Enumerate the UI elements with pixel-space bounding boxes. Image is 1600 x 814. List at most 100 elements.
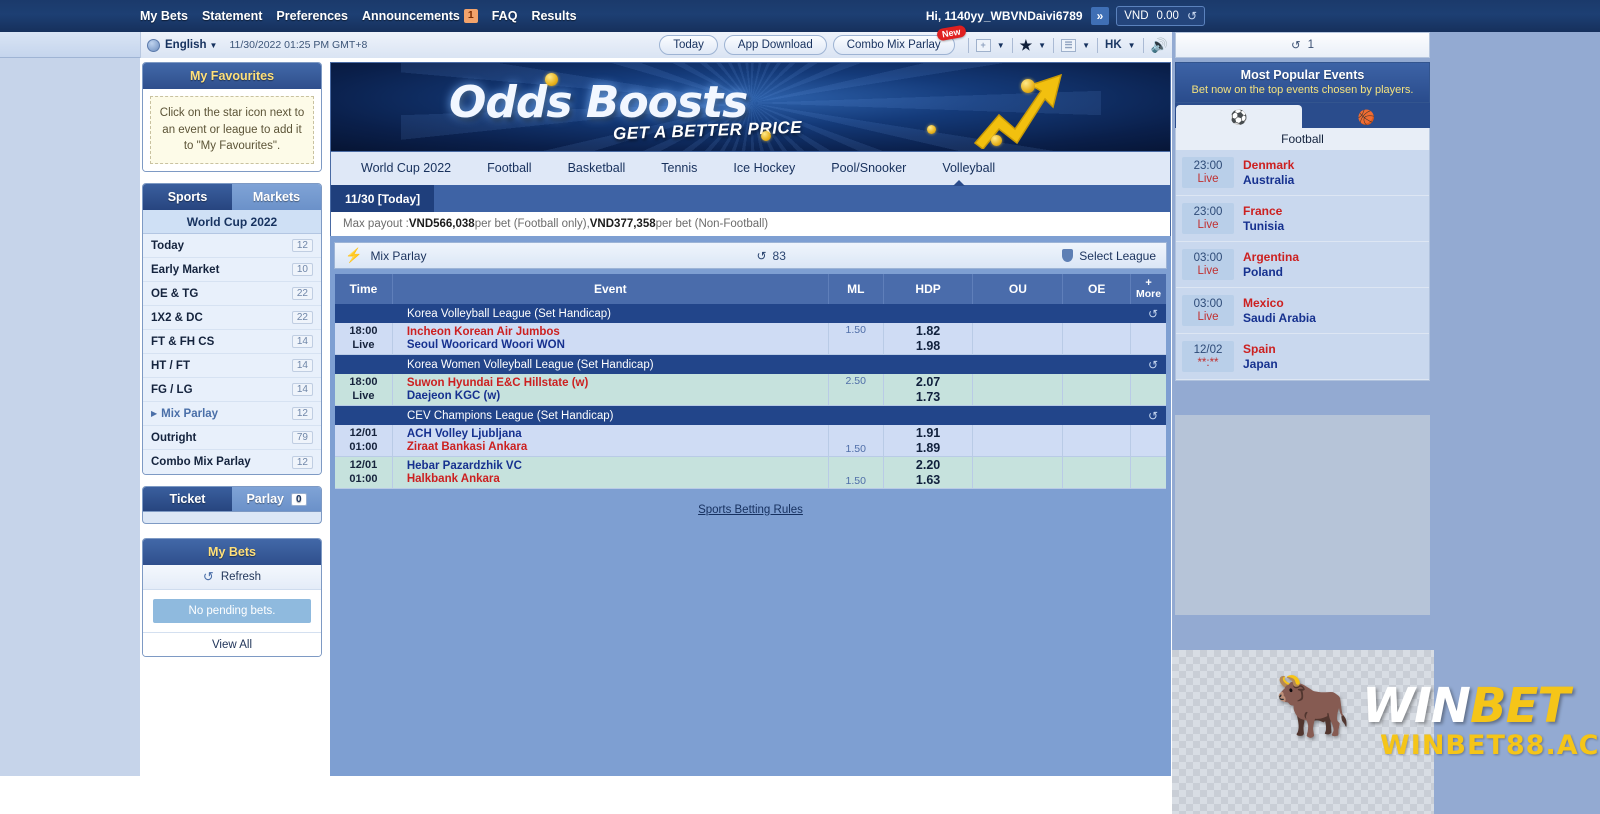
- home-team[interactable]: Hebar Pazardzhik VC: [407, 460, 828, 472]
- nav-faq[interactable]: FAQ: [492, 9, 518, 23]
- table-row[interactable]: 12/01 01:00 Hebar Pazardzhik VC Halkbank…: [335, 457, 1166, 489]
- oe-cell[interactable]: [1063, 425, 1132, 456]
- ml-cell[interactable]: 1.50: [829, 323, 884, 354]
- hdp-odds-home[interactable]: 2.07: [916, 375, 940, 389]
- tab-basketball[interactable]: Basketball: [550, 152, 644, 185]
- sidebar-item-combo-mix-parlay[interactable]: Combo Mix Parlay 12: [143, 450, 321, 474]
- sidebar-item-oe-tg[interactable]: OE & TG 22: [143, 282, 321, 307]
- hdp-odds-home[interactable]: 2.20: [916, 458, 940, 472]
- league-refresh-icon[interactable]: ↺: [1148, 358, 1158, 372]
- away-team[interactable]: Seoul Wooricard Woori WON: [407, 339, 828, 351]
- nav-statement[interactable]: Statement: [202, 9, 262, 23]
- ou-cell[interactable]: [973, 457, 1064, 488]
- tab-sports[interactable]: Sports: [143, 184, 232, 211]
- hdp-odds-away[interactable]: 1.63: [916, 473, 940, 487]
- tab-pool-snooker[interactable]: Pool/Snooker: [813, 152, 924, 185]
- oe-cell[interactable]: [1063, 374, 1132, 405]
- view-mode-button[interactable]: ☰ ▼: [1061, 38, 1090, 52]
- hdp-cell[interactable]: 1.82 1.98: [884, 323, 974, 354]
- hdp-odds-home[interactable]: 1.91: [916, 426, 940, 440]
- nav-preferences[interactable]: Preferences: [276, 9, 348, 23]
- tab-markets[interactable]: Markets: [232, 184, 321, 211]
- today-button[interactable]: Today: [659, 35, 718, 55]
- app-download-button[interactable]: App Download: [723, 35, 827, 55]
- mix-parlay-label-group[interactable]: ⚡ Mix Parlay: [345, 247, 426, 264]
- popular-tab-football[interactable]: ⚽: [1176, 105, 1302, 128]
- sidebar-item-mix-parlay[interactable]: ▶ Mix Parlay 12: [143, 402, 321, 427]
- sidebar-item-fg-lg[interactable]: FG / LG 14: [143, 378, 321, 403]
- my-favourites-panel: My Favourites Click on the star icon nex…: [142, 62, 322, 173]
- list-item[interactable]: 03:00 Live Mexico Saudi Arabia: [1176, 288, 1429, 334]
- tab-parlay[interactable]: Parlay 0: [232, 487, 321, 512]
- tab-volleyball[interactable]: Volleyball: [924, 152, 1013, 185]
- hdp-odds-home[interactable]: 1.82: [916, 324, 940, 338]
- nav-announcements[interactable]: Announcements 1: [362, 9, 478, 23]
- my-bets-refresh-button[interactable]: ↺ Refresh: [143, 565, 321, 591]
- nav-results[interactable]: Results: [531, 9, 576, 23]
- sidebar-item-1x2-dc[interactable]: 1X2 & DC 22: [143, 306, 321, 331]
- hdp-cell[interactable]: 1.91 1.89: [884, 425, 974, 456]
- column-header-more[interactable]: + More: [1131, 274, 1166, 304]
- ml-cell[interactable]: 2.50: [829, 374, 884, 405]
- tab-ice-hockey[interactable]: Ice Hockey: [715, 152, 813, 185]
- ml-cell[interactable]: 1.50: [829, 425, 884, 456]
- selected-date-tag[interactable]: 11/30 [Today]: [331, 185, 435, 212]
- table-row[interactable]: 18:00 Live Suwon Hyundai E&C Hillstate (…: [335, 374, 1166, 406]
- sidebar-item-early-market[interactable]: Early Market 10: [143, 258, 321, 283]
- hdp-cell[interactable]: 2.07 1.73: [884, 374, 974, 405]
- language-selector[interactable]: English: [165, 39, 207, 51]
- sidebar-item-ft-fh-cs[interactable]: FT & FH CS 14: [143, 330, 321, 355]
- ou-cell[interactable]: [973, 425, 1064, 456]
- sports-betting-rules-link[interactable]: Sports Betting Rules: [698, 504, 803, 516]
- hdp-cell[interactable]: 2.20 1.63: [884, 457, 974, 488]
- grid-layout-button[interactable]: + ▼: [975, 38, 1005, 52]
- list-item[interactable]: 12/02 **:** Spain Japan: [1176, 334, 1429, 380]
- view-all-bets-button[interactable]: View All: [143, 632, 321, 657]
- ou-cell[interactable]: [973, 323, 1064, 354]
- more-cell[interactable]: [1131, 425, 1166, 456]
- ml-cell[interactable]: 1.50: [829, 457, 884, 488]
- list-item[interactable]: 03:00 Live Argentina Poland: [1176, 242, 1429, 288]
- away-team[interactable]: Daejeon KGC (w): [407, 390, 828, 402]
- oe-cell[interactable]: [1063, 457, 1132, 488]
- tab-football[interactable]: Football: [469, 152, 549, 185]
- nav-my-bets[interactable]: My Bets: [140, 9, 188, 23]
- table-row[interactable]: 12/01 01:00 ACH Volley Ljubljana Ziraat …: [335, 425, 1166, 457]
- hdp-odds-away[interactable]: 1.73: [916, 390, 940, 404]
- more-cell[interactable]: [1131, 374, 1166, 405]
- hdp-odds-away[interactable]: 1.98: [916, 339, 940, 353]
- home-team[interactable]: Suwon Hyundai E&C Hillstate (w): [407, 377, 828, 389]
- ou-cell[interactable]: [973, 374, 1064, 405]
- sound-icon[interactable]: 🔊: [1151, 37, 1168, 54]
- list-item[interactable]: 23:00 Live France Tunisia: [1176, 196, 1429, 242]
- refresh-balance-icon[interactable]: ↺: [1187, 9, 1197, 23]
- combo-mix-parlay-button[interactable]: Combo Mix Parlay New: [832, 24, 967, 55]
- list-item[interactable]: 23:00 Live Denmark Australia: [1176, 150, 1429, 196]
- favourites-button[interactable]: ★ ▼: [1020, 37, 1046, 54]
- sidebar-item-ht-ft[interactable]: HT / FT 14: [143, 354, 321, 379]
- chevron-down-icon[interactable]: ▼: [210, 41, 218, 50]
- odds-format-selector[interactable]: HK ▼: [1105, 39, 1136, 51]
- odds-boosts-banner[interactable]: Odds Boosts GET A BETTER PRICE: [330, 62, 1171, 152]
- oe-cell[interactable]: [1063, 323, 1132, 354]
- home-team[interactable]: ACH Volley Ljubljana: [407, 428, 828, 440]
- mix-parlay-counter[interactable]: ↺ 83: [756, 249, 785, 263]
- expand-account-button[interactable]: »: [1090, 7, 1110, 25]
- tab-world-cup-2022[interactable]: World Cup 2022: [343, 152, 469, 185]
- away-team[interactable]: Halkbank Ankara: [407, 473, 828, 485]
- hdp-odds-away[interactable]: 1.89: [916, 441, 940, 455]
- right-refresh-bar[interactable]: ↺ 1: [1175, 32, 1430, 58]
- sidebar-item-today[interactable]: Today 12: [143, 234, 321, 259]
- sidebar-item-outright[interactable]: Outright 79: [143, 426, 321, 451]
- more-cell[interactable]: [1131, 323, 1166, 354]
- more-cell[interactable]: [1131, 457, 1166, 488]
- tab-tennis[interactable]: Tennis: [643, 152, 715, 185]
- select-league-button[interactable]: Select League: [1062, 249, 1156, 263]
- league-refresh-icon[interactable]: ↺: [1148, 307, 1158, 321]
- away-team[interactable]: Ziraat Bankasi Ankara: [407, 441, 828, 453]
- league-refresh-icon[interactable]: ↺: [1148, 409, 1158, 423]
- popular-tab-basketball[interactable]: 🏀: [1303, 105, 1429, 128]
- table-row[interactable]: 18:00 Live Incheon Korean Air Jumbos Seo…: [335, 323, 1166, 355]
- tab-ticket[interactable]: Ticket: [143, 487, 232, 512]
- home-team[interactable]: Incheon Korean Air Jumbos: [407, 326, 828, 338]
